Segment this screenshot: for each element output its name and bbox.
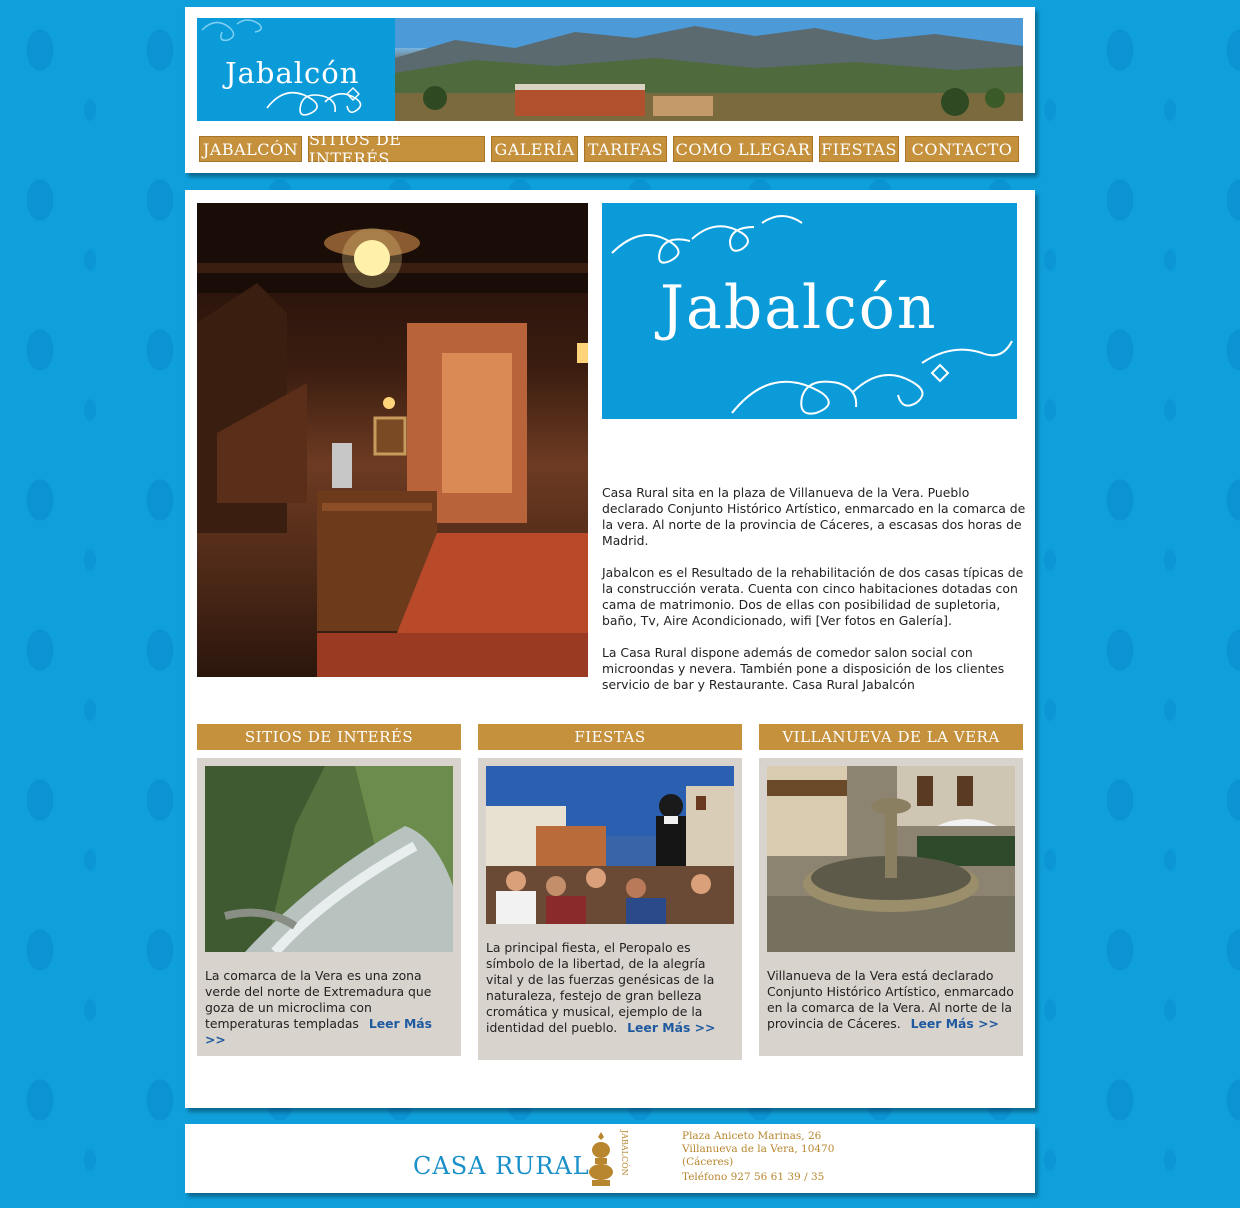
card-fiestas: La principal fiesta, el Peropalo es símb…: [478, 758, 742, 1060]
river-photo: [205, 766, 453, 952]
intro-text: Casa Rural sita en la plaza de Villanuev…: [602, 485, 1027, 709]
intro-paragraph: Casa Rural sita en la plaza de Villanuev…: [602, 485, 1026, 548]
logo-text: Jabalcón: [660, 273, 938, 343]
address-line: Plaza Aniceto Marinas, 26: [682, 1130, 822, 1142]
card-text: La comarca de la Vera es una zona verde …: [205, 968, 455, 1048]
jabalcon-logo-large: Jabalcón: [602, 203, 1017, 419]
footer-address: Plaza Aniceto Marinas, 26 Villanueva de …: [682, 1130, 834, 1184]
festival-photo: [486, 766, 734, 924]
logo-text: Jabalcón: [225, 56, 360, 90]
interior-staircase-image: [197, 203, 588, 677]
nav-galeria[interactable]: Galería: [491, 136, 578, 162]
card-title-fiestas[interactable]: Fiestas: [478, 724, 742, 750]
intro-paragraph: Jabalcon es el Resultado de la rehabilit…: [602, 565, 1024, 628]
nav-sitios-de-interes[interactable]: Sitios de interés: [308, 130, 485, 168]
emblem-icon: [589, 1132, 613, 1186]
footer-casa-rural: Casa Rural: [413, 1152, 590, 1180]
card-villanueva: Villanueva de la Vera está declarado Con…: [759, 758, 1023, 1056]
fountain-photo: [767, 766, 1015, 952]
main-nav: Jabalcón Sitios de interés Galería Tarif…: [199, 130, 1019, 168]
nav-fiestas[interactable]: Fiestas: [819, 136, 899, 162]
card-title-sitios[interactable]: Sitios de interés: [197, 724, 461, 750]
nav-jabalcon[interactable]: Jabalcón: [199, 136, 302, 162]
staircase-photo: [197, 203, 588, 677]
nav-tarifas[interactable]: Tarifas: [584, 136, 667, 162]
footer-panel: Casa Rural Jabalcón Plaza Aniceto Marina…: [185, 1124, 1035, 1193]
nav-contacto[interactable]: Contacto: [905, 136, 1019, 162]
address-line: (Cáceres): [682, 1156, 734, 1168]
card-text: Villanueva de la Vera está declarado Con…: [767, 968, 1017, 1032]
card-text: La principal fiesta, el Peropalo es símb…: [486, 940, 736, 1036]
card-title-villanueva[interactable]: Villanueva de la Vera: [759, 724, 1023, 750]
header-banner-photo: [395, 18, 1023, 121]
intro-paragraph: La Casa Rural dispone además de comedor …: [602, 645, 1005, 692]
festival-crowd-image: [486, 766, 734, 924]
plaza-fountain-image: [767, 766, 1015, 952]
read-more-link[interactable]: Leer Más >>: [911, 1016, 999, 1031]
river-gorge-image: [205, 766, 453, 952]
phone-number: Teléfono 927 56 61 39 / 35: [682, 1171, 825, 1183]
footer-emblem-label: Jabalcón: [620, 1130, 629, 1176]
main-panel: Jabalcón Casa Rural sita en la plaza de …: [185, 190, 1035, 1108]
card-sitios: La comarca de la Vera es una zona verde …: [197, 758, 461, 1056]
nav-como-llegar[interactable]: Como llegar: [673, 136, 813, 162]
header-logo[interactable]: Jabalcón: [197, 18, 395, 121]
header-panel: Jabalcón Jabalcón Sitios de interés Gale…: [185, 7, 1035, 173]
address-line: Villanueva de la Vera, 10470: [682, 1143, 835, 1155]
mountain-landscape-image: [395, 18, 1023, 121]
read-more-link[interactable]: Leer Más >>: [627, 1020, 715, 1035]
